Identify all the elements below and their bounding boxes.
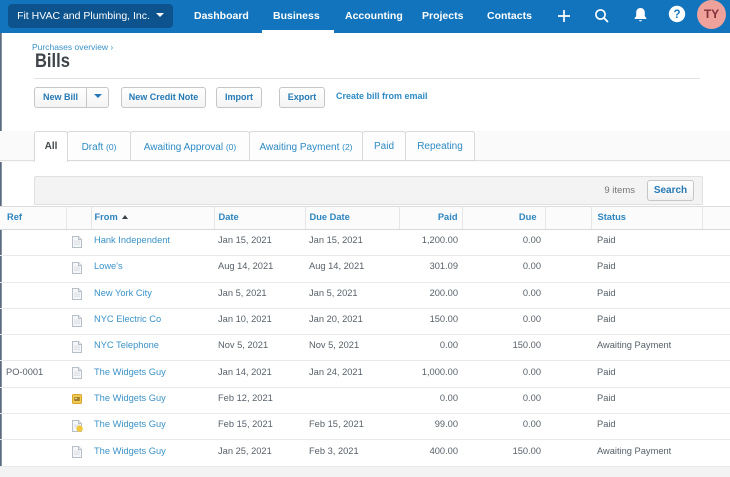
svg-text:?: ? bbox=[673, 9, 680, 21]
